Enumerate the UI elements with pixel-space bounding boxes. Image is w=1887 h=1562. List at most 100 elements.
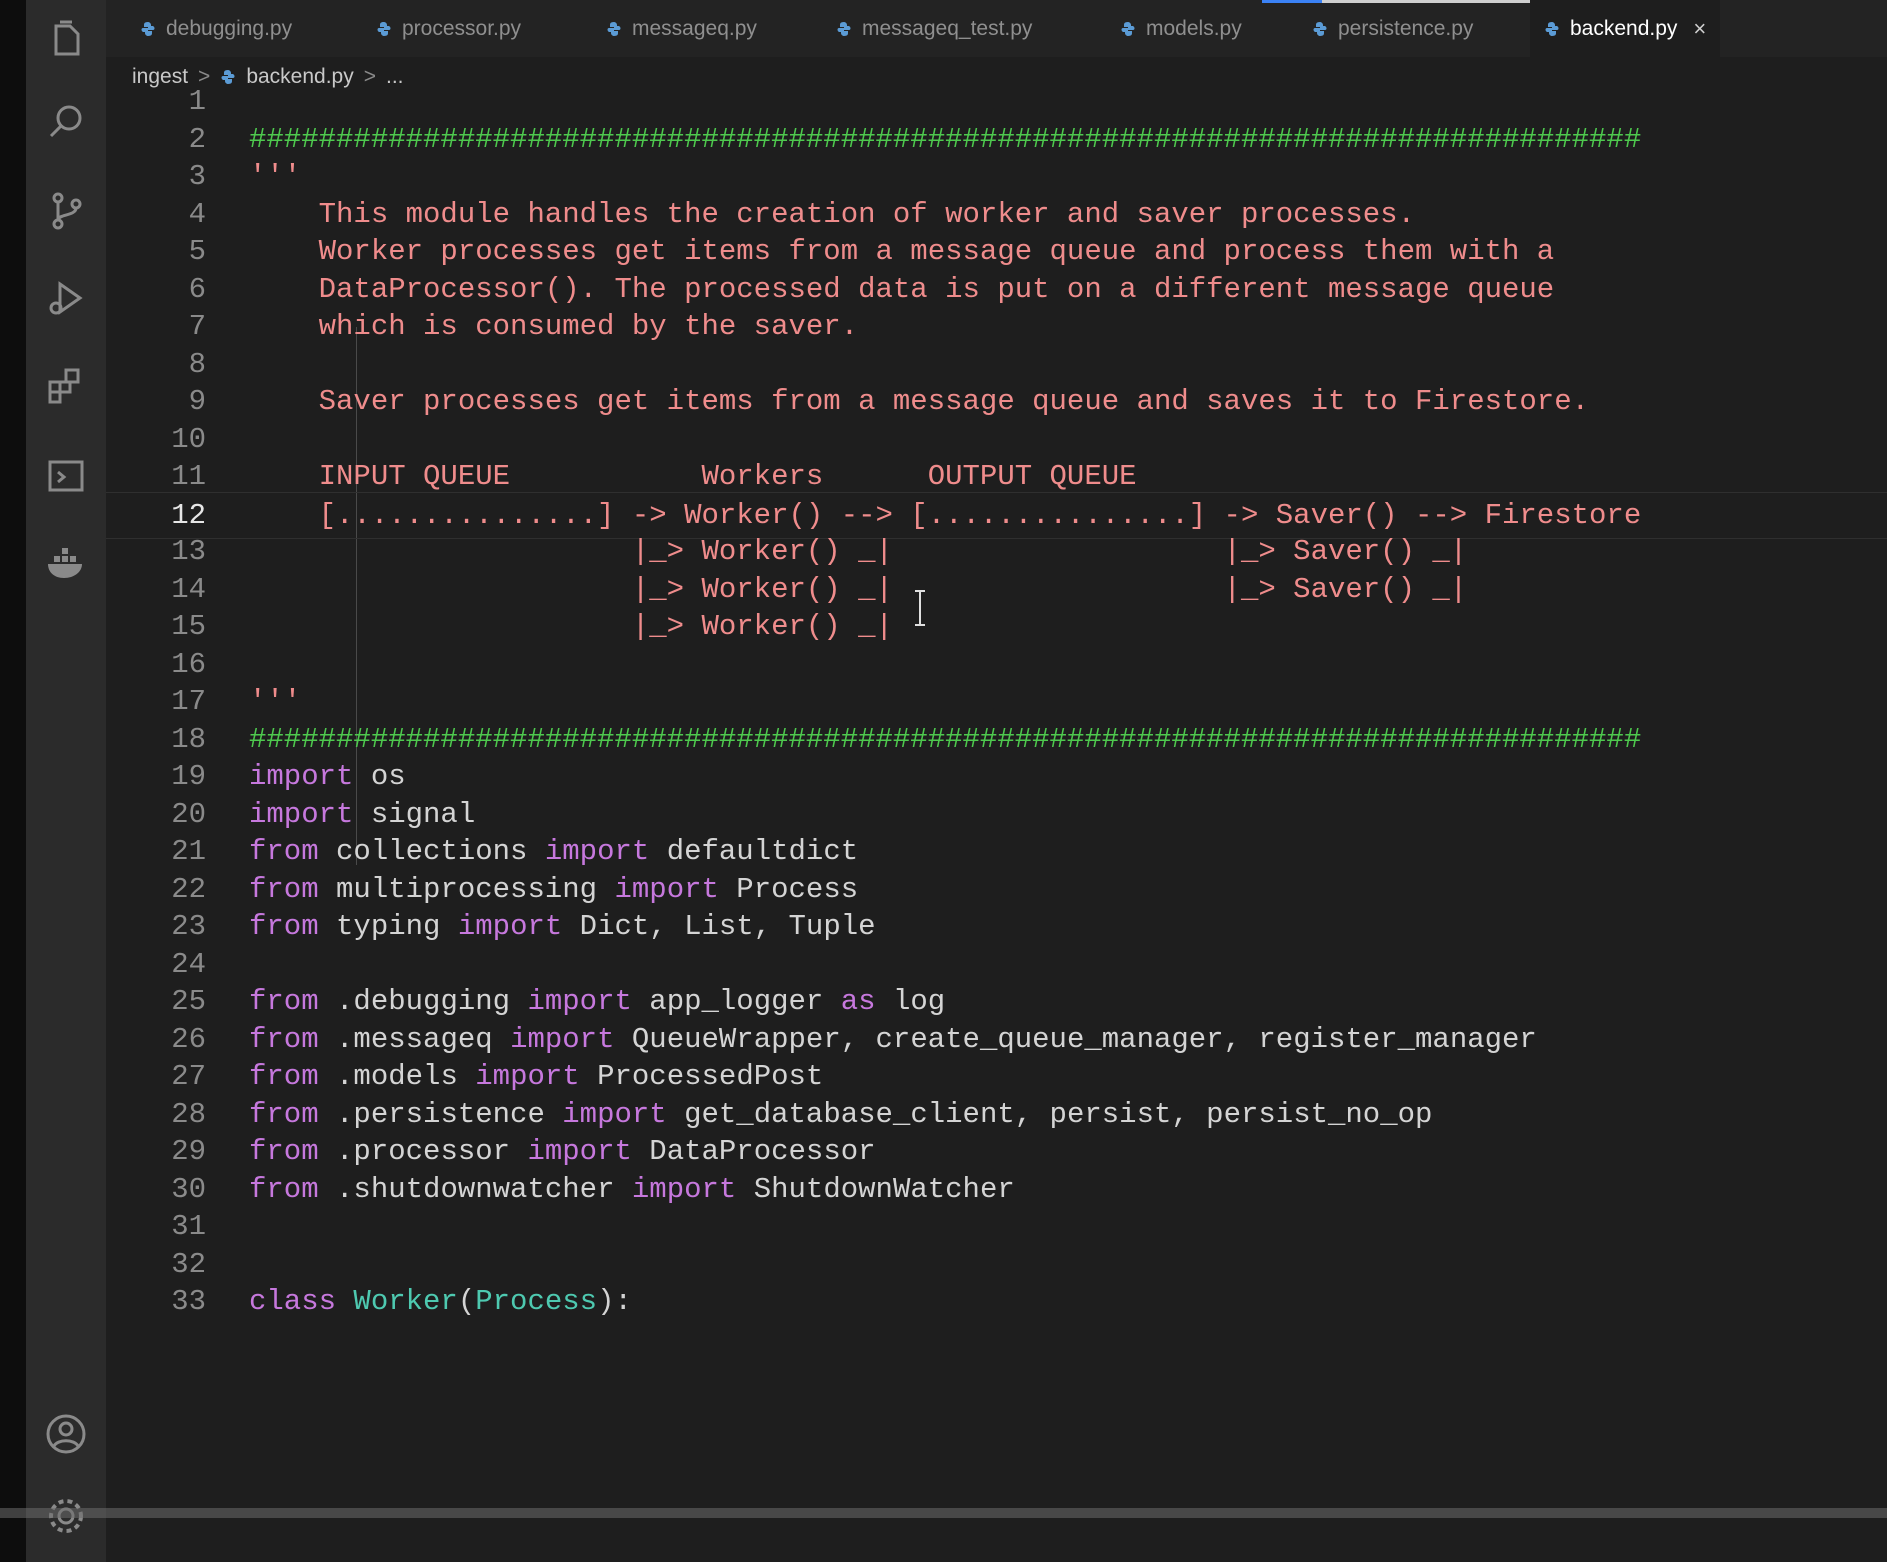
code-token: ''': [249, 160, 302, 193]
code-token: from: [249, 872, 319, 906]
tab-label: models.py: [1146, 16, 1242, 40]
code-token: import: [475, 1060, 580, 1093]
code-token: from: [249, 1172, 319, 1206]
code-token: from: [249, 985, 319, 1018]
code-token: |_> Worker() _|: [249, 610, 893, 643]
line-number: 33: [171, 1285, 206, 1318]
code-token: signal: [353, 797, 476, 831]
explorer-icon[interactable]: [42, 16, 90, 64]
code-text: class Worker(Process):: [249, 1279, 632, 1324]
code-token: |_> Worker() _| |_> Saver() _|: [249, 535, 1468, 568]
code-token: which is consumed by the saver.: [249, 310, 859, 343]
code-token: import: [544, 835, 650, 868]
code-token: ''': [249, 685, 302, 718]
tab-backend[interactable]: backend.py ×: [1530, 0, 1721, 57]
code-token: collections: [318, 835, 545, 868]
code-token: .debugging: [318, 985, 528, 1018]
code-token: DataProcessor(). The processed data is p…: [249, 272, 1555, 306]
code-token: import: [249, 797, 354, 831]
python-file-icon: [1313, 21, 1327, 36]
code-token: QueueWrapper, create_queue_manager, regi…: [614, 1022, 1537, 1056]
extensions-icon[interactable]: [42, 362, 90, 410]
python-file-icon: [377, 21, 391, 36]
code-token: (: [457, 1285, 476, 1318]
editor-tab-bar: debugging.py processor.py messageq.py me…: [106, 0, 1887, 57]
tab-label: processor.py: [402, 16, 522, 40]
tab-label: debugging.py: [166, 16, 293, 40]
python-file-icon: [1545, 21, 1559, 36]
code-token: import: [562, 1097, 667, 1131]
tab-debugging[interactable]: debugging.py: [126, 0, 306, 57]
close-icon[interactable]: ×: [1693, 16, 1706, 42]
code-token: .processor: [318, 1135, 528, 1168]
text-cursor-icon: [915, 590, 925, 626]
code-token: ProcessedPost: [579, 1060, 824, 1093]
run-debug-icon[interactable]: [42, 274, 90, 322]
code-token: ########################################…: [249, 122, 1642, 156]
account-icon[interactable]: [42, 1410, 90, 1458]
tab-persistence[interactable]: persistence.py: [1298, 0, 1487, 57]
tab-label: persistence.py: [1338, 16, 1474, 40]
tab-models[interactable]: models.py: [1106, 0, 1256, 57]
code-token: Worker: [353, 1285, 458, 1318]
code-token: ShutdownWatcher: [736, 1172, 1015, 1206]
code-token: .shutdownwatcher: [318, 1172, 632, 1206]
code-token: import: [249, 760, 354, 793]
code-token: typing: [318, 910, 458, 943]
code-line[interactable]: 33 class Worker(Process):: [106, 1279, 1887, 1324]
code-token: Worker processes get items from a messag…: [249, 235, 1555, 268]
code-token: defaultdict: [649, 835, 859, 868]
code-token: get_database_client, persist, persist_no…: [666, 1097, 1433, 1131]
code-token: Saver processes get items from a message…: [249, 385, 1590, 418]
code-editor[interactable]: 1 2 ######################################…: [106, 85, 1887, 1562]
python-file-icon: [837, 21, 851, 36]
code-token: os: [353, 760, 406, 793]
code-token: import: [614, 872, 719, 906]
python-file-icon: [607, 21, 621, 36]
code-token: This module handles the creation of work…: [249, 197, 1415, 231]
code-token: import: [510, 1022, 615, 1056]
code-token: app_logger: [631, 985, 841, 1018]
tab-processor[interactable]: processor.py: [362, 0, 535, 57]
code-token: class: [249, 1285, 337, 1318]
code-token: as: [840, 985, 876, 1018]
horizontal-scrollbar[interactable]: [0, 1508, 1887, 1518]
tab-label: messageq_test.py: [862, 16, 1033, 40]
code-token: multiprocessing: [318, 872, 615, 906]
code-token: |_> Worker() _| |_> Saver() _|: [249, 572, 1468, 606]
search-icon[interactable]: [42, 98, 90, 146]
code-token: import: [457, 910, 563, 943]
code-token: .persistence: [318, 1097, 563, 1131]
tab-label: backend.py: [1570, 16, 1678, 40]
code-token: Dict, List, Tuple: [562, 910, 876, 943]
code-token: from: [249, 1097, 319, 1131]
code-token: INPUT QUEUE Workers OUTPUT QUEUE: [249, 460, 1137, 493]
code-token: from: [249, 835, 319, 868]
code-token: from: [249, 1135, 319, 1168]
code-token: .models: [318, 1060, 476, 1093]
window-edge: [0, 0, 26, 1562]
docker-icon[interactable]: [42, 540, 90, 588]
tab-messageq[interactable]: messageq.py: [592, 0, 771, 57]
code-token: .messageq: [318, 1022, 511, 1056]
python-file-icon: [1121, 21, 1135, 36]
activity-bar: [26, 0, 106, 1562]
code-token: [...............] -> Worker() --> [.....…: [249, 498, 1642, 532]
tab-label: messageq.py: [632, 16, 757, 40]
remote-explorer-icon[interactable]: [42, 452, 90, 500]
source-control-icon[interactable]: [42, 186, 90, 234]
code-token: Process: [718, 872, 859, 906]
code-token: Process: [475, 1285, 598, 1318]
code-token: ########################################…: [249, 722, 1642, 756]
code-token: from: [249, 1060, 319, 1093]
code-token: DataProcessor: [631, 1135, 876, 1168]
code-token: import: [631, 1172, 737, 1206]
code-token: from: [249, 1022, 319, 1056]
code-token: import: [527, 1135, 632, 1168]
code-token: ):: [597, 1285, 632, 1318]
code-token: import: [527, 985, 632, 1018]
tab-messageq-test[interactable]: messageq_test.py: [822, 0, 1046, 57]
code-token: from: [249, 910, 319, 943]
code-token: log: [875, 985, 946, 1018]
